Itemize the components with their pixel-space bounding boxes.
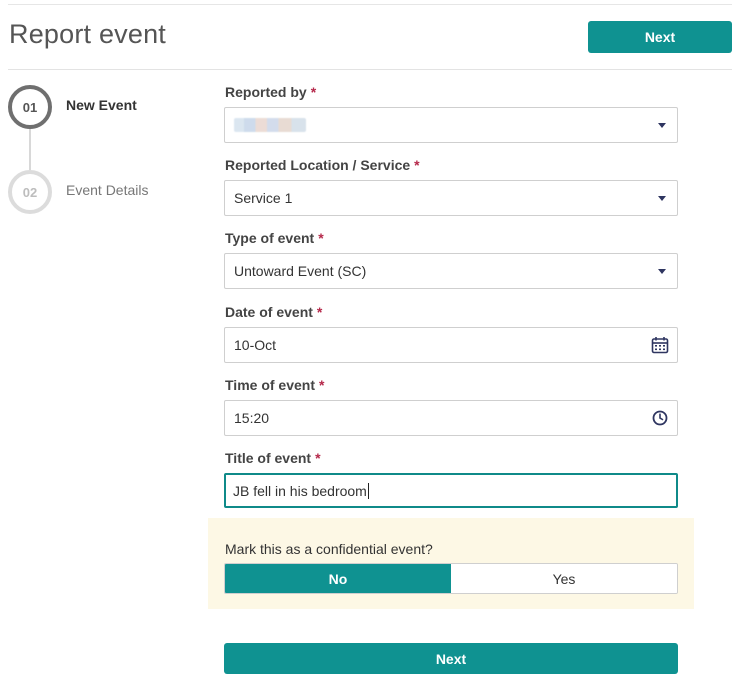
- event-type-value: Untoward Event (SC): [234, 263, 367, 279]
- title-label-text: Title of event: [225, 450, 312, 466]
- date-label-text: Date of event: [225, 304, 313, 320]
- step-2-number: 02: [22, 184, 38, 200]
- reported-by-redacted-value: [234, 118, 306, 132]
- clock-icon[interactable]: [651, 409, 669, 427]
- chevron-down-icon: [658, 269, 666, 274]
- location-label: Reported Location / Service *: [225, 157, 420, 173]
- confidential-toggle: No Yes: [224, 563, 678, 594]
- title-value: JB fell in his bedroom: [233, 482, 367, 499]
- event-type-select[interactable]: Untoward Event (SC): [224, 253, 678, 289]
- time-input[interactable]: 15:20: [224, 400, 678, 436]
- location-value: Service 1: [234, 190, 293, 206]
- confidential-no-button[interactable]: No: [225, 564, 451, 593]
- event-type-label-text: Type of event: [225, 230, 315, 246]
- date-input[interactable]: 10-Oct: [224, 327, 678, 363]
- confidential-yes-button[interactable]: Yes: [451, 564, 677, 593]
- reported-by-select[interactable]: [224, 107, 678, 143]
- required-marker: *: [315, 450, 321, 466]
- required-marker: *: [414, 157, 420, 173]
- required-marker: *: [318, 230, 324, 246]
- step-2-label: Event Details: [66, 182, 149, 198]
- step-1-label: New Event: [66, 97, 137, 113]
- date-value: 10-Oct: [234, 337, 277, 353]
- date-label: Date of event *: [225, 304, 322, 320]
- step-2-indicator: 02: [8, 170, 52, 214]
- location-label-text: Reported Location / Service: [225, 157, 411, 173]
- time-label: Time of event *: [225, 377, 324, 393]
- event-type-label: Type of event *: [225, 230, 324, 246]
- title-input[interactable]: JB fell in his bedroom: [224, 473, 678, 508]
- calendar-icon[interactable]: [651, 336, 669, 354]
- required-marker: *: [310, 84, 317, 100]
- step-1-indicator: 01: [8, 85, 52, 129]
- header-divider: [8, 69, 732, 70]
- reported-by-label: Reported by *: [225, 84, 316, 100]
- time-value: 15:20: [234, 410, 270, 426]
- top-divider: [8, 4, 732, 5]
- time-label-text: Time of event: [225, 377, 315, 393]
- text-cursor: [367, 482, 369, 499]
- reported-by-label-text: Reported by: [225, 84, 307, 100]
- header-next-button[interactable]: Next: [588, 21, 732, 53]
- required-marker: *: [319, 377, 325, 393]
- chevron-down-icon: [658, 123, 666, 128]
- step-connector: [29, 129, 31, 170]
- confidential-question: Mark this as a confidential event?: [225, 541, 433, 557]
- required-marker: *: [316, 304, 323, 320]
- title-label: Title of event *: [225, 450, 321, 466]
- step-1-number: 01: [22, 99, 38, 115]
- next-button[interactable]: Next: [224, 643, 678, 674]
- location-select[interactable]: Service 1: [224, 180, 678, 216]
- page-title: Report event: [9, 19, 166, 49]
- chevron-down-icon: [658, 196, 666, 201]
